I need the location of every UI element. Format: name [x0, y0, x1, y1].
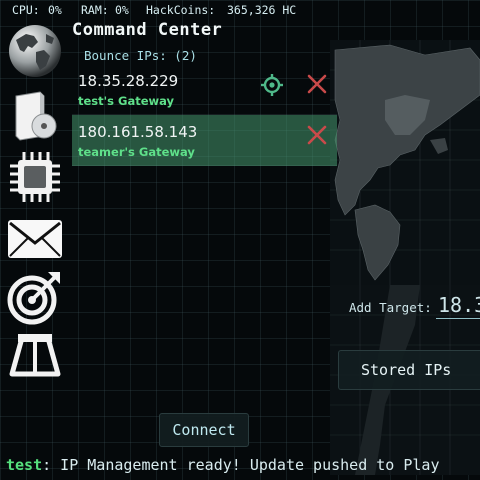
- road-icon[interactable]: [6, 326, 64, 384]
- target-icon[interactable]: [6, 268, 64, 326]
- cpu-value: 0%: [48, 3, 62, 17]
- cpu-label: CPU:: [12, 3, 40, 17]
- software-box-icon[interactable]: [6, 86, 64, 144]
- bounce-ip-item-selected[interactable]: 180.161.58.143 teamer's Gateway: [72, 115, 337, 166]
- remove-icon[interactable]: [306, 124, 328, 146]
- bounce-ip-item[interactable]: 18.35.28.229 test's Gateway: [72, 64, 337, 115]
- status-bar: CPU: 0% RAM: 0% HackCoins: 365,326 HC: [0, 0, 480, 20]
- bounce-gateway-name: test's Gateway: [78, 94, 175, 108]
- remove-icon[interactable]: [306, 73, 328, 95]
- sidebar: [0, 20, 70, 380]
- coins-label: HackCoins:: [146, 3, 216, 17]
- mail-icon[interactable]: [6, 210, 64, 268]
- command-center-title: Command Center: [72, 20, 223, 40]
- connect-button[interactable]: Connect: [159, 413, 249, 447]
- ram-value: 0%: [115, 3, 129, 17]
- stored-ips-button[interactable]: Stored IPs: [338, 350, 480, 390]
- ram-label: RAM:: [81, 3, 109, 17]
- add-target-input[interactable]: [436, 292, 480, 319]
- add-target-label: Add Target:: [349, 300, 432, 315]
- world-map-background: [330, 40, 480, 285]
- console-message: test: IP Management ready! Update pushed…: [6, 456, 480, 474]
- coins-value: 365,326 HC: [227, 3, 297, 17]
- globe-icon[interactable]: [6, 22, 64, 80]
- bounce-ips-label: Bounce IPs: (2): [84, 48, 197, 63]
- console-username: test: [6, 456, 43, 474]
- crosshair-icon[interactable]: [260, 73, 284, 97]
- bounce-ip-address: 180.161.58.143: [78, 123, 198, 141]
- bounce-ip-list: 18.35.28.229 test's Gateway 180.161.58.1…: [72, 64, 337, 166]
- bounce-gateway-name: teamer's Gateway: [78, 145, 195, 159]
- cpu-chip-icon[interactable]: [6, 148, 64, 206]
- bounce-ip-address: 18.35.28.229: [78, 72, 179, 90]
- console-text: : IP Management ready! Update pushed to …: [42, 456, 440, 474]
